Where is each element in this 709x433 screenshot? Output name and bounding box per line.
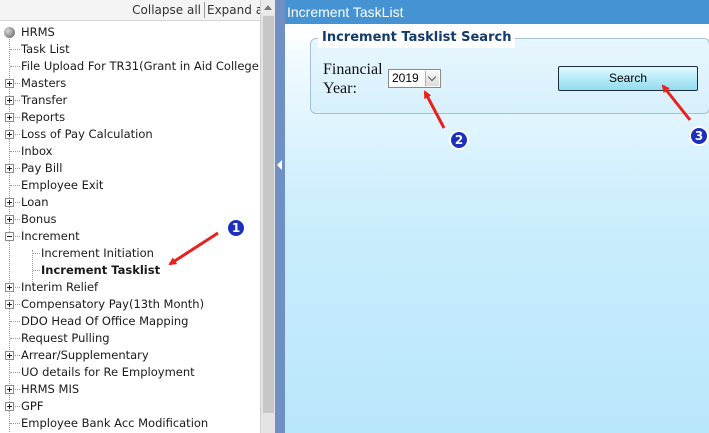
expand-all-link[interactable]: Expand a: [207, 3, 260, 17]
financial-year-label: Financial Year:: [323, 61, 383, 97]
collapse-minus-icon[interactable]: [5, 232, 14, 241]
expand-plus-icon[interactable]: [5, 79, 14, 88]
tree-scrollbar[interactable]: [260, 0, 276, 433]
financial-year-value: 2019: [392, 71, 419, 85]
expand-plus-icon[interactable]: [5, 164, 14, 173]
page-title: Increment TaskList: [285, 0, 709, 24]
financial-year-select[interactable]: 2019: [388, 69, 441, 88]
scroll-thumb[interactable]: [263, 16, 274, 413]
content-panel: Increment TaskList Increment Tasklist Se…: [285, 0, 709, 433]
globe-icon: [4, 27, 15, 38]
expand-plus-icon[interactable]: [5, 351, 14, 360]
expand-plus-icon[interactable]: [5, 96, 14, 105]
navigation-tree-panel: Collapse all Expand a HRMS Task List Fil…: [0, 0, 260, 433]
collapse-all-link[interactable]: Collapse all: [132, 3, 201, 17]
expand-plus-icon[interactable]: [5, 198, 14, 207]
search-button[interactable]: Search: [558, 66, 698, 91]
expand-plus-icon[interactable]: [5, 215, 14, 224]
toolbar-separator: [204, 2, 205, 18]
expand-plus-icon[interactable]: [5, 130, 14, 139]
tree-toolbar: Collapse all Expand a: [0, 0, 260, 21]
collapse-left-arrow-icon[interactable]: [277, 160, 282, 170]
panel-splitter[interactable]: [275, 0, 285, 433]
expand-plus-icon[interactable]: [5, 300, 14, 309]
search-fieldset-legend: Increment Tasklist Search: [318, 28, 516, 48]
scroll-up-arrow-icon[interactable]: [261, 0, 276, 15]
expand-plus-icon[interactable]: [5, 283, 14, 292]
chevron-down-icon[interactable]: [425, 71, 439, 86]
tree-guide-line-sub: [32, 250, 33, 284]
expand-plus-icon[interactable]: [5, 113, 14, 122]
expand-plus-icon[interactable]: [5, 402, 14, 411]
expand-plus-icon[interactable]: [5, 385, 14, 394]
